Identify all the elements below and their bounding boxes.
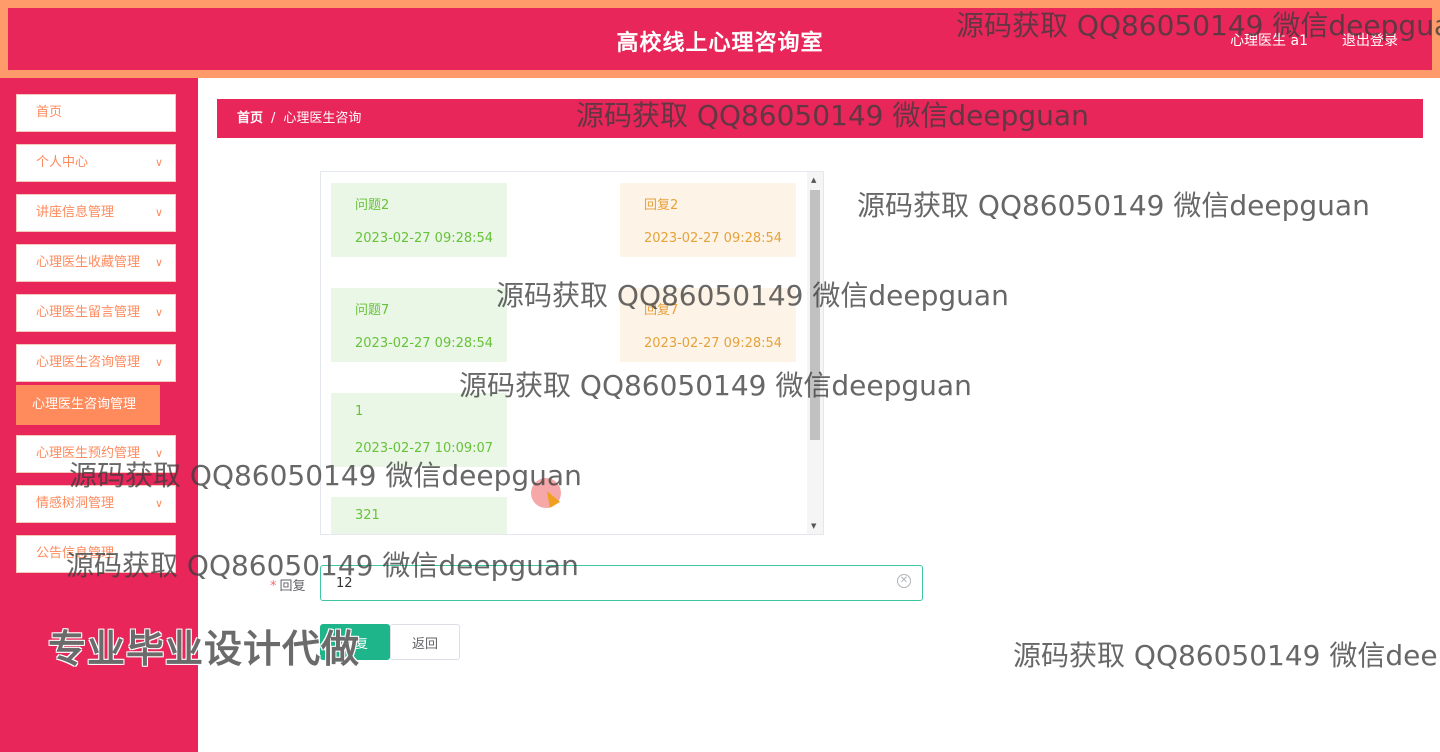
scroll-up-arrow-icon[interactable]: ▲ [811, 176, 819, 184]
clear-icon[interactable]: ✕ [897, 574, 911, 588]
question-time: 2023-02-27 10:09:07 [355, 441, 494, 456]
sidebar-item-label: 讲座信息管理 [36, 205, 115, 220]
reply-bubble: 回复2 2023-02-27 09:28:54 [620, 183, 796, 257]
question-bubble: 1 2023-02-27 10:09:07 [331, 393, 507, 467]
chevron-down-icon: ∨ [154, 206, 163, 219]
back-button[interactable]: 返回 [390, 624, 460, 660]
sidebar-subitem-consultation[interactable]: 心理医生咨询管理 [16, 385, 160, 425]
reply-field-label: * 回复 [270, 575, 306, 594]
question-text: 1 [355, 404, 364, 419]
required-mark: * [270, 579, 277, 594]
sidebar-item-announcements[interactable]: 公告信息管理 [16, 535, 176, 573]
chevron-down-icon: ∨ [154, 256, 163, 269]
scrollbar[interactable]: ▲ ▼ [807, 172, 823, 534]
watermark-text: 源码获取 QQ86050149 微信deepguan [1013, 639, 1440, 672]
question-bubble: 321 [331, 497, 507, 534]
breadcrumb: 首页 / 心理医生咨询 [217, 99, 1423, 138]
reply-input[interactable] [320, 565, 923, 601]
reply-text: 回复2 [644, 198, 679, 213]
reply-time: 2023-02-27 09:28:54 [644, 336, 783, 351]
chevron-down-icon: ∨ [154, 497, 163, 510]
chevron-down-icon: ∨ [154, 447, 163, 460]
question-time: 2023-02-27 09:28:54 [355, 336, 494, 351]
reply-text: 回复7 [644, 303, 679, 318]
sidebar-item-messages[interactable]: 心理医生留言管理 ∨ [16, 294, 176, 332]
breadcrumb-current: 心理医生咨询 [283, 111, 362, 126]
reply-label-text: 回复 [279, 579, 306, 594]
breadcrumb-home[interactable]: 首页 [237, 111, 263, 126]
sidebar-item-label: 公告信息管理 [36, 546, 115, 561]
question-bubble: 问题2 2023-02-27 09:28:54 [331, 183, 507, 257]
top-bar: 高校线上心理咨询室 心理医生 a1 退出登录 [0, 0, 1440, 78]
reply-bubble: 回复7 2023-02-27 09:28:54 [620, 288, 796, 362]
sidebar-item-label: 个人中心 [36, 155, 89, 170]
chat-history[interactable]: 问题2 2023-02-27 09:28:54 回复2 2023-02-27 0… [320, 171, 824, 535]
scroll-down-arrow-icon[interactable]: ▼ [811, 522, 819, 530]
sidebar-item-appointments[interactable]: 心理医生预约管理 ∨ [16, 435, 176, 473]
chevron-down-icon: ∨ [154, 156, 163, 169]
top-bar-inner: 高校线上心理咨询室 心理医生 a1 退出登录 [8, 8, 1432, 70]
sidebar-item-tree-hole[interactable]: 情感树洞管理 ∨ [16, 485, 176, 523]
sidebar-item-home[interactable]: 首页 [16, 94, 176, 132]
scrollbar-thumb[interactable] [810, 190, 820, 440]
logout-link[interactable]: 退出登录 [1342, 30, 1398, 50]
question-time: 2023-02-27 09:28:54 [355, 231, 494, 246]
chevron-down-icon: ∨ [154, 356, 163, 369]
question-text: 321 [355, 508, 380, 523]
sidebar-item-label: 心理医生收藏管理 [36, 255, 141, 270]
question-text: 问题2 [355, 198, 390, 213]
promo-watermark: 专业毕业设计代做 [48, 627, 361, 671]
sidebar-item-personal-center[interactable]: 个人中心 ∨ [16, 144, 176, 182]
sidebar-item-favorites[interactable]: 心理医生收藏管理 ∨ [16, 244, 176, 282]
sidebar-item-consultation[interactable]: 心理医生咨询管理 ∨ [16, 344, 176, 382]
sidebar-item-label: 心理医生预约管理 [36, 446, 141, 461]
reply-time: 2023-02-27 09:28:54 [644, 231, 783, 246]
user-info: 心理医生 a1 [1230, 33, 1308, 49]
sidebar-item-label: 情感树洞管理 [36, 496, 115, 511]
sidebar-item-label: 心理医生咨询管理 [36, 355, 141, 370]
question-text: 问题7 [355, 303, 390, 318]
app-title: 高校线上心理咨询室 [616, 31, 824, 56]
sidebar-item-label: 首页 [36, 105, 63, 120]
watermark-text: 源码获取 QQ86050149 微信deepguan [857, 189, 1370, 222]
breadcrumb-separator: / [271, 111, 276, 126]
chevron-down-icon: ∨ [154, 306, 163, 319]
question-bubble: 问题7 2023-02-27 09:28:54 [331, 288, 507, 362]
sidebar-item-label: 心理医生留言管理 [36, 305, 141, 320]
sidebar-item-lectures[interactable]: 讲座信息管理 ∨ [16, 194, 176, 232]
